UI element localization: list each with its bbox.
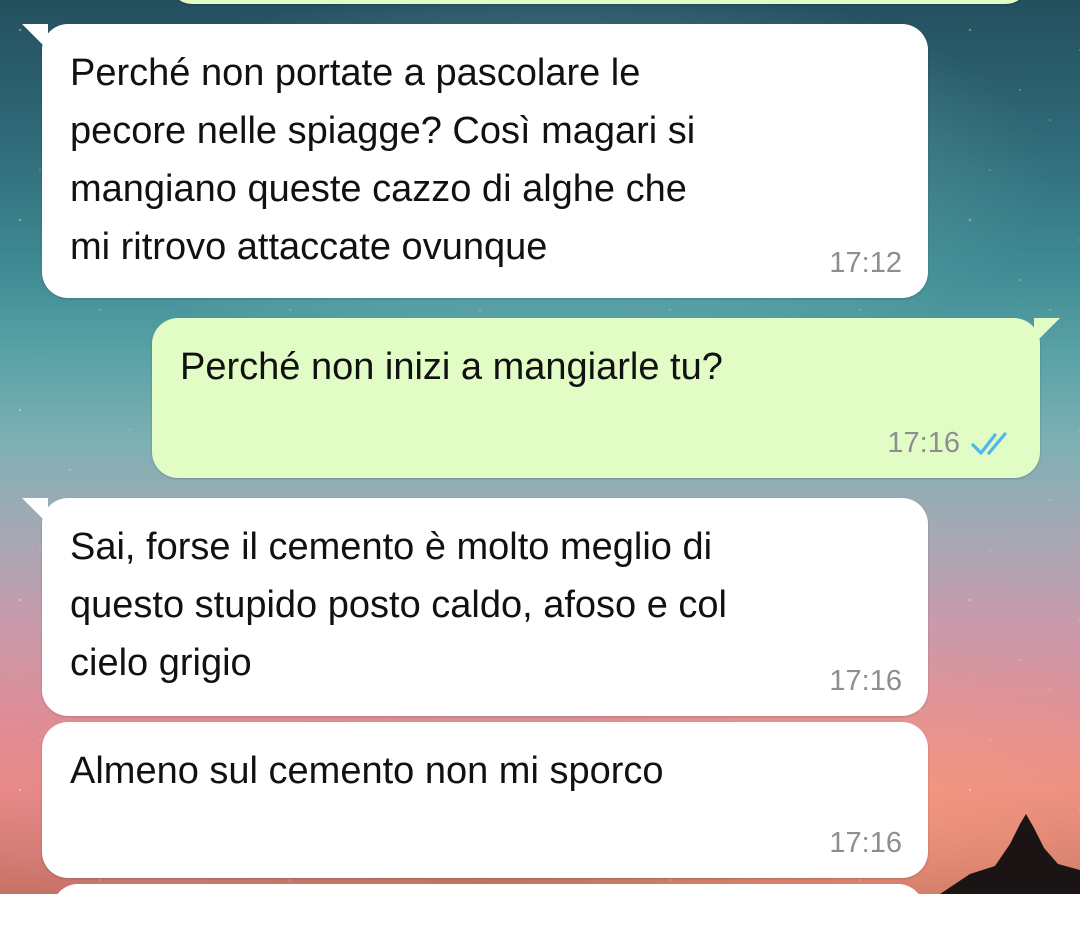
message-time: 17:16 <box>829 827 902 859</box>
message-meta: 17:12 <box>829 247 902 280</box>
message-bubble-outgoing[interactable]: Perché non inizi a mangiarle tu? 17:16 <box>152 318 1060 478</box>
next-message-bubble-partial <box>52 884 924 944</box>
message-list[interactable]: Perché non portate a pascolare le pecore… <box>0 0 1080 944</box>
message-time: 17:16 <box>887 427 960 459</box>
message-text: Perché non portate a pascolare le pecore… <box>70 52 696 268</box>
bubble-tail <box>22 498 48 524</box>
message-time: 17:12 <box>829 247 902 279</box>
previous-message-bubble-partial <box>170 0 1028 4</box>
message-bubble-incoming[interactable]: Sai, forse il cemento è molto meglio di … <box>22 498 928 716</box>
bubble-tail <box>22 24 48 50</box>
double-check-icon <box>971 431 1007 455</box>
message-bubble-incoming[interactable]: Perché non portate a pascolare le pecore… <box>22 24 928 298</box>
message-text: Almeno sul cemento non mi sporco <box>70 750 664 792</box>
message-meta: 17:16 <box>829 827 902 860</box>
message-meta: 17:16 <box>829 665 902 698</box>
bubble-tail <box>1034 318 1060 344</box>
message-meta: 17:16 <box>887 427 1014 460</box>
message-text: Sai, forse il cemento è molto meglio di … <box>70 526 728 684</box>
message-text: Perché non inizi a mangiarle tu? <box>180 346 723 388</box>
message-time: 17:16 <box>829 665 902 697</box>
message-bubble-incoming[interactable]: Almeno sul cemento non mi sporco 17:16 <box>42 722 928 878</box>
